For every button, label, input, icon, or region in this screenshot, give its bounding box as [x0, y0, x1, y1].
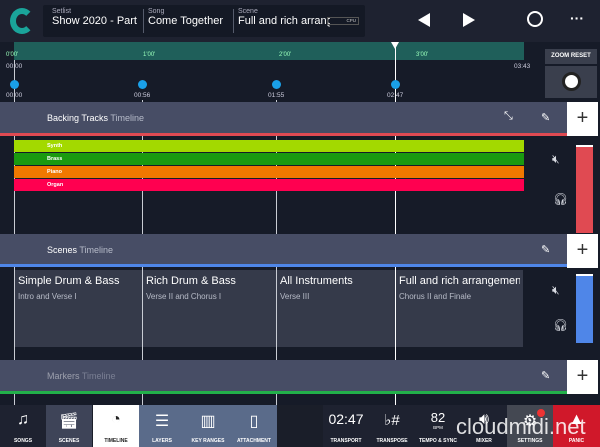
music-note-icon: ♫ [0, 411, 46, 433]
keyboard-icon: ▥ [185, 411, 231, 433]
section-color-line [0, 391, 567, 394]
zoom-icon [562, 72, 581, 91]
song-info-panel[interactable]: SetlistShow 2020 - Part 1 SongCome Toget… [43, 5, 365, 37]
timeline-tab[interactable]: ◔TIMELINE [93, 405, 139, 447]
scene-label: Scene [238, 8, 330, 15]
headphones-icon[interactable]: 🎧︎ [553, 318, 568, 332]
section-title: Markers Timeline [47, 371, 116, 381]
ruler-label: 1'00' [143, 52, 155, 58]
layers-tab[interactable]: ☰LAYERS [139, 405, 185, 447]
sliders-icon: ☰ [139, 411, 185, 433]
scene-card[interactable]: All InstrumentsVerse III [277, 270, 395, 347]
expand-icon[interactable]: ⤡ [504, 110, 513, 123]
previous-button[interactable] [418, 13, 430, 27]
scenes-tab[interactable]: 🎬︎SCENES [46, 405, 92, 447]
volume-slider-scenes[interactable] [576, 274, 593, 343]
mute-icon[interactable]: 🔇︎ [552, 152, 560, 167]
scenes-header: Scenes Timeline ✎ [0, 234, 567, 265]
section-title: Backing Tracks Timeline [47, 113, 144, 123]
attachment-tab[interactable]: ▯ATTACHMENT [231, 405, 277, 447]
scene-value: Full and rich arrang [238, 15, 330, 27]
clapperboard-icon: 🎬︎ [46, 411, 92, 433]
setlist-value: Show 2020 - Part 1 [52, 15, 138, 27]
setlist-label: Setlist [52, 8, 138, 15]
next-button[interactable] [463, 13, 475, 27]
playhead-handle[interactable] [391, 42, 399, 49]
track-bar-brass[interactable]: Brass [14, 153, 524, 165]
scene-card[interactable]: Rich Drum & BassVerse II and Chorus I [143, 270, 276, 347]
edit-pencil-icon[interactable]: ✎ [541, 243, 550, 256]
timeline-ruler[interactable] [14, 42, 524, 60]
app-logo [10, 8, 34, 34]
more-menu-icon[interactable]: ··· [570, 10, 584, 26]
ruler-label: 0'00' [6, 52, 18, 58]
add-scene-button[interactable]: + [567, 234, 598, 268]
track-bar-organ[interactable]: Organ [14, 179, 524, 191]
zoom-control[interactable] [545, 66, 597, 98]
marker-dot[interactable] [10, 80, 19, 89]
headphones-icon[interactable]: 🎧︎ [553, 192, 568, 206]
timeline-icon: ◔ [93, 411, 139, 433]
add-marker-button[interactable]: + [567, 360, 598, 394]
edit-pencil-icon[interactable]: ✎ [541, 111, 550, 124]
section-color-line [0, 133, 567, 136]
section-color-line [0, 264, 567, 267]
scene-card[interactable]: Simple Drum & BassIntro and Verse I [15, 270, 142, 347]
transport-button[interactable]: 02:47TRANSPORT [323, 405, 369, 447]
transpose-button[interactable]: ♭#TRANSPOSE [369, 405, 415, 447]
marker-time: 01:55 [268, 92, 284, 99]
backing-tracks-header: Backing Tracks Timeline ⤡ ✎ [0, 102, 567, 133]
marker-time: 00:56 [134, 92, 150, 99]
top-bar: SetlistShow 2020 - Part 1 SongCome Toget… [0, 0, 600, 42]
marker-dot[interactable] [391, 80, 400, 89]
add-track-button[interactable]: + [567, 102, 598, 136]
marker-time: 02:47 [387, 92, 403, 99]
marker-time: 00:00 [6, 92, 22, 99]
markers-header: Markers Timeline ✎ [0, 360, 567, 391]
songs-tab[interactable]: ♫SONGS [0, 405, 46, 447]
mute-icon[interactable]: 🔇︎ [552, 283, 560, 298]
section-title: Scenes Timeline [47, 245, 113, 255]
cpu-meter: CPU [327, 17, 359, 25]
marker-dot[interactable] [272, 80, 281, 89]
scene-card[interactable]: Full and rich arrangementChorus II and F… [396, 270, 523, 347]
watermark: cloudmidi.net [456, 414, 586, 440]
history-icon[interactable] [527, 11, 543, 27]
track-bar-piano[interactable]: Piano [14, 166, 524, 178]
ruler-label: 3'00' [416, 52, 428, 58]
key-ranges-tab[interactable]: ▥KEY RANGES [185, 405, 231, 447]
song-value: Come Together [148, 15, 233, 27]
track-bar-synth[interactable]: Synth [14, 140, 524, 152]
edit-pencil-icon[interactable]: ✎ [541, 369, 550, 382]
document-icon: ▯ [231, 411, 277, 433]
zoom-reset-button[interactable]: ZOOM RESET [545, 49, 597, 64]
tempo-button[interactable]: 82BPMTEMPO & SYNC [415, 405, 461, 447]
ruler-label: 2'00' [279, 52, 291, 58]
marker-dot[interactable] [138, 80, 147, 89]
song-label: Song [148, 8, 233, 15]
end-time: 03:43 [514, 63, 530, 70]
volume-slider-backing[interactable] [576, 145, 593, 233]
